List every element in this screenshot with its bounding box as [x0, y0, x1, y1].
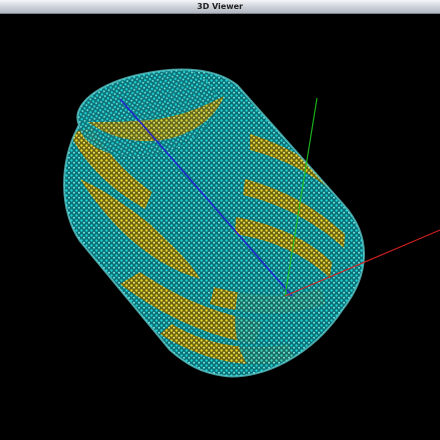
scene-canvas[interactable]	[0, 14, 440, 440]
3d-viewport[interactable]	[0, 14, 440, 440]
viewer-window: 3D Viewer	[0, 0, 440, 440]
window-title: 3D Viewer	[197, 1, 243, 11]
title-bar[interactable]: 3D Viewer	[0, 0, 440, 14]
